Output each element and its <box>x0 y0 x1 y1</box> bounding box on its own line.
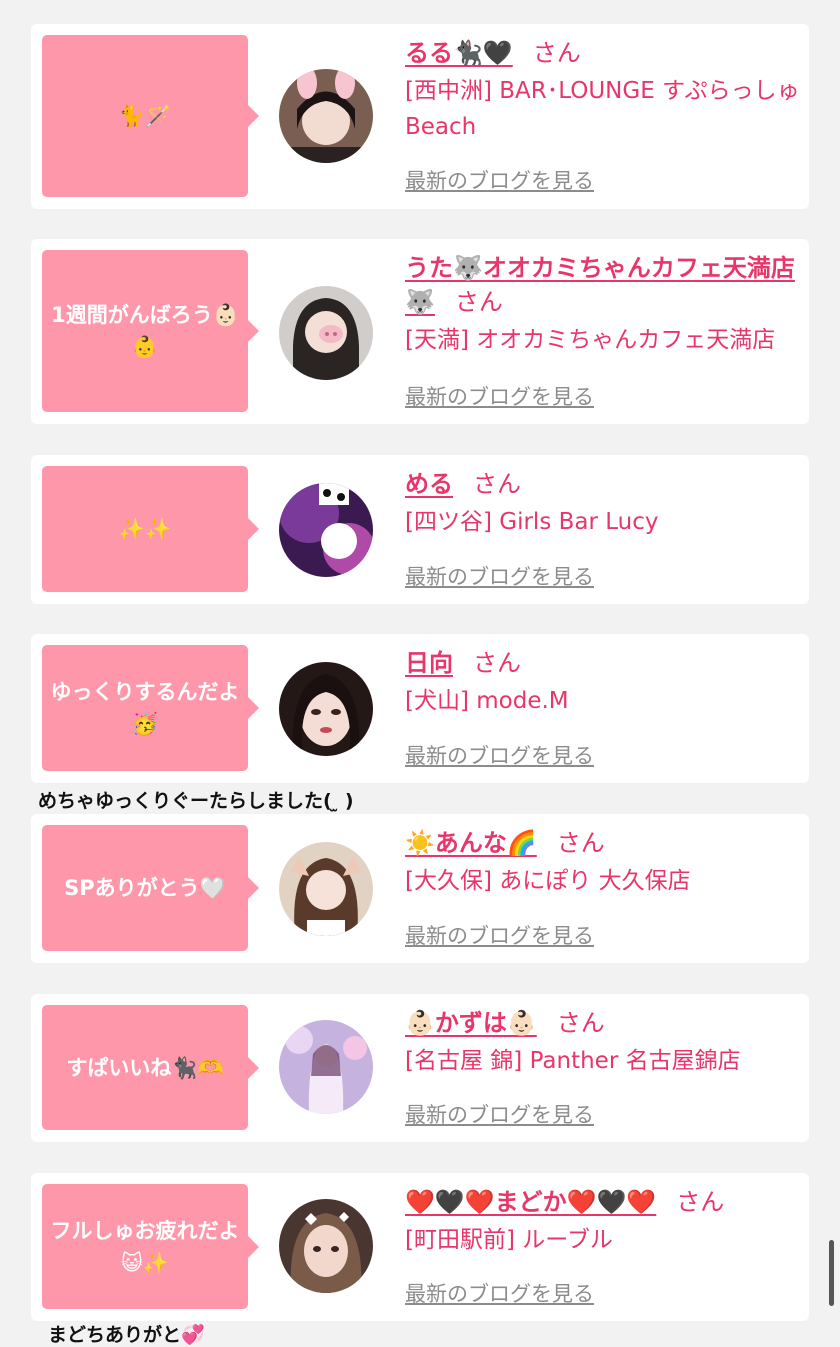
shop-text: [名古屋 錦] Panther 名古屋錦店 <box>405 1048 741 1074</box>
name-line: るる🐈‍⬛🖤 さん <box>405 36 801 70</box>
user-comment: めちゃゆっくりぐーたらしました( ̫ ) <box>38 790 354 812</box>
name-line: うた🐺オオカミちゃんカフェ天満店🐺 さん <box>405 251 801 319</box>
message-bubble: ゆっくりするんだよ🥳 <box>42 645 259 771</box>
name-line: ❤️🖤❤️まどか❤️🖤❤️ さん <box>405 1185 801 1219</box>
card-info: 日向 さん [犬山] mode.M <box>405 646 801 719</box>
latest-blog-link[interactable]: 最新のブログを見る <box>405 920 594 950</box>
shop-text: [西中洲] BAR･LOUNGE すぷらっしゅBeach <box>405 78 800 140</box>
latest-blog-link[interactable]: 最新のブログを見る <box>405 1099 594 1129</box>
latest-blog-link[interactable]: 最新のブログを見る <box>405 1278 594 1308</box>
honorific: さん <box>556 1009 605 1037</box>
shop-text: [天満] オオカミちゃんカフェ天満店 <box>405 327 776 353</box>
user-comment: まどちありがと💞 <box>48 1324 205 1346</box>
cast-name-link[interactable]: める <box>405 470 453 498</box>
avatar[interactable] <box>279 662 373 756</box>
cast-name-link[interactable]: 👶🏻かずは👶🏻 <box>405 1009 537 1037</box>
honorific: さん <box>532 39 581 67</box>
card-info: るる🐈‍⬛🖤 さん [西中洲] BAR･LOUNGE すぷらっしゅBeach <box>405 36 801 145</box>
message-bubble: フルしゅお疲れだよ😺✨ <box>42 1184 259 1309</box>
avatar[interactable] <box>279 1199 373 1293</box>
name-line: 👶🏻かずは👶🏻 さん <box>405 1006 801 1040</box>
avatar[interactable] <box>279 483 373 577</box>
avatar[interactable] <box>279 69 373 163</box>
message-bubble: ✨✨ <box>42 466 259 592</box>
honorific: さん <box>454 288 503 316</box>
honorific: さん <box>473 470 521 498</box>
shop-text: [町田駅前] ルーブル <box>405 1227 613 1253</box>
blog-card: ゆっくりするんだよ🥳 日向 さん [犬山] mode.M 最新のブログを見る <box>31 634 809 783</box>
message-bubble: 🐈🪄 <box>42 35 259 197</box>
cast-name-link[interactable]: るる🐈‍⬛🖤 <box>405 39 513 67</box>
name-line: める さん <box>405 467 801 501</box>
blog-card: SPありがとう🤍 ☀️あんな🌈 さん [大久保] あにぽり 大久保店 最新のブログ… <box>31 814 809 963</box>
blog-card: 🐈🪄 るる🐈‍⬛🖤 さん [西中洲] BAR･LOUNGE すぷらっしゅBeach… <box>31 24 809 209</box>
shop-text: [犬山] mode.M <box>405 688 569 714</box>
honorific: さん <box>556 829 605 857</box>
scrollbar[interactable] <box>829 1240 834 1306</box>
message-bubble: SPありがとう🤍 <box>42 825 259 951</box>
blog-card: すぱいいね🐈‍⬛🫶 👶🏻かずは👶🏻 さん [名古屋 錦] Panther 名古屋錦… <box>31 994 809 1142</box>
cast-name-link[interactable]: ❤️🖤❤️まどか❤️🖤❤️ <box>405 1188 656 1216</box>
blog-card: ✨✨ める さん [四ツ谷] Girls Bar Lucy 最新のブログを見る <box>31 455 809 604</box>
shop-text: [大久保] あにぽり 大久保店 <box>405 868 691 894</box>
card-info: 👶🏻かずは👶🏻 さん [名古屋 錦] Panther 名古屋錦店 <box>405 1006 801 1079</box>
latest-blog-link[interactable]: 最新のブログを見る <box>405 561 594 591</box>
message-bubble: すぱいいね🐈‍⬛🫶 <box>42 1005 259 1130</box>
message-bubble: 1週間がんばろう👶🏻👶 <box>42 250 259 412</box>
honorific: さん <box>473 649 521 677</box>
latest-blog-link[interactable]: 最新のブログを見る <box>405 740 594 770</box>
name-line: 日向 さん <box>405 646 801 680</box>
honorific: さん <box>676 1188 725 1216</box>
latest-blog-link[interactable]: 最新のブログを見る <box>405 165 594 195</box>
latest-blog-link[interactable]: 最新のブログを見る <box>405 381 594 411</box>
name-line: ☀️あんな🌈 さん <box>405 826 801 860</box>
avatar[interactable] <box>279 286 373 380</box>
shop-text: [四ツ谷] Girls Bar Lucy <box>405 509 659 535</box>
blog-card: フルしゅお疲れだよ😺✨ ❤️🖤❤️まどか❤️🖤❤️ さん [町田駅前] ルーブル … <box>31 1173 809 1321</box>
card-info: める さん [四ツ谷] Girls Bar Lucy <box>405 467 801 540</box>
card-info: ❤️🖤❤️まどか❤️🖤❤️ さん [町田駅前] ルーブル <box>405 1185 801 1258</box>
cast-name-link[interactable]: ☀️あんな🌈 <box>405 829 537 857</box>
cast-name-link[interactable]: 日向 <box>405 649 453 677</box>
avatar[interactable] <box>279 1020 373 1114</box>
blog-card: 1週間がんばろう👶🏻👶 うた🐺オオカミちゃんカフェ天満店🐺 さん [天満] オオカ… <box>31 239 809 424</box>
avatar[interactable] <box>279 842 373 936</box>
card-info: うた🐺オオカミちゃんカフェ天満店🐺 さん [天満] オオカミちゃんカフェ天満店 <box>405 251 801 358</box>
card-info: ☀️あんな🌈 さん [大久保] あにぽり 大久保店 <box>405 826 801 899</box>
